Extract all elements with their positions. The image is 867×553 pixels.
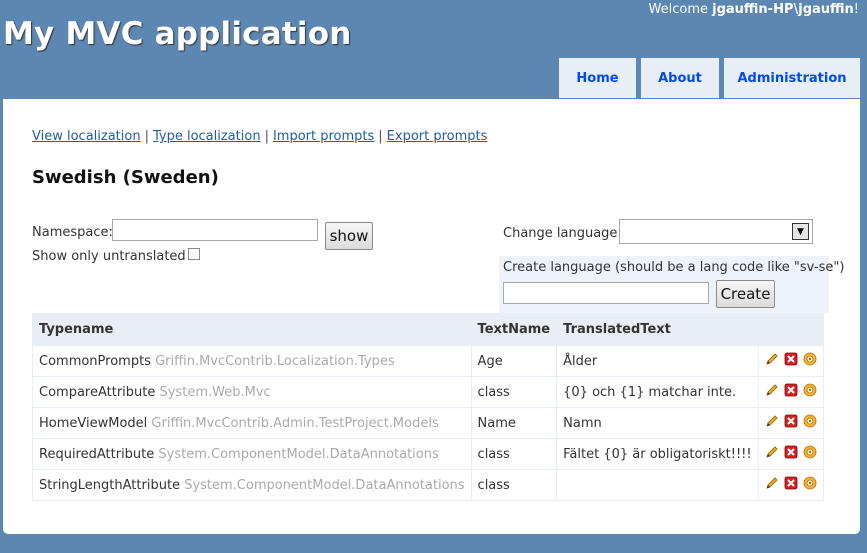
cell-actions [757, 407, 824, 439]
tab-home[interactable]: Home [559, 58, 636, 98]
cell-typename: HomeViewModel Griffin.MvcContrib.Admin.T… [32, 407, 472, 439]
type-name: StringLengthAttribute [39, 477, 181, 493]
view-localization-link[interactable]: View localization [32, 129, 141, 144]
tab-about[interactable]: About [641, 58, 719, 98]
edit-icon[interactable] [765, 476, 779, 490]
delete-icon[interactable] [784, 476, 798, 490]
main-content: View localization | Type localization | Impo… [3, 99, 860, 534]
cell-translatedtext: {0} och {1} matchar inte. [556, 376, 759, 408]
type-name: CompareAttribute [39, 384, 156, 400]
type-name: RequiredAttribute [39, 446, 155, 462]
untranslated-checkbox[interactable] [188, 248, 200, 260]
settings-icon[interactable] [803, 414, 817, 428]
column-header-actions [757, 313, 824, 346]
app-title: My MVC application [3, 16, 352, 52]
column-header-textname: TextName [470, 313, 558, 346]
cell-textname: Age [470, 345, 558, 377]
column-header-translatedtext: TranslatedText [556, 313, 759, 346]
main-menu: Home About Administration [0, 58, 867, 100]
tab-administration[interactable]: Administration [724, 58, 860, 98]
cell-typename: CompareAttribute System.Web.Mvc [32, 376, 472, 408]
cell-actions [757, 469, 824, 501]
subnav-separator: | [144, 129, 149, 144]
untranslated-label: Show only untranslated [32, 249, 186, 264]
cell-actions [757, 438, 824, 470]
table-row: CompareAttribute System.Web.Mvc class {0} … [32, 376, 824, 408]
cell-translatedtext: Fältet {0} är obligatoriskt!!!! [556, 438, 759, 470]
import-prompts-link[interactable]: Import prompts [273, 129, 374, 144]
change-language-select[interactable]: ▼ [619, 219, 813, 244]
column-header-typename: Typename [32, 313, 472, 346]
cell-actions [757, 376, 824, 408]
cell-textname: class [470, 376, 558, 408]
change-language-label: Change language: [503, 226, 622, 241]
delete-icon[interactable] [784, 445, 798, 459]
namespace-input[interactable] [112, 219, 318, 241]
page-title: Swedish (Sweden) [32, 167, 219, 188]
settings-icon[interactable] [803, 445, 817, 459]
welcome-text: Welcome jgauffin-HP\jgauffin! [649, 2, 859, 17]
create-language-input[interactable] [503, 282, 709, 304]
settings-icon[interactable] [803, 383, 817, 397]
edit-icon[interactable] [765, 383, 779, 397]
delete-icon[interactable] [784, 414, 798, 428]
edit-icon[interactable] [765, 445, 779, 459]
table-row: CommonPrompts Griffin.MvcContrib.Localiz… [32, 345, 824, 377]
type-namespace: System.Web.Mvc [159, 384, 271, 400]
cell-textname: class [470, 469, 558, 501]
cell-textname: Name [470, 407, 558, 439]
settings-icon[interactable] [803, 476, 817, 490]
welcome-prefix: Welcome [648, 2, 713, 17]
type-localization-link[interactable]: Type localization [153, 129, 261, 144]
prompts-table: Typename TextName TranslatedText CommonP… [32, 313, 824, 501]
type-namespace: Griffin.MvcContrib.Admin.TestProject.Mod… [151, 415, 439, 431]
cell-actions [757, 345, 824, 377]
type-namespace: System.ComponentModel.DataAnnotations [184, 477, 465, 493]
cell-typename: RequiredAttribute System.ComponentModel.… [32, 438, 472, 470]
export-prompts-link[interactable]: Export prompts [387, 129, 488, 144]
show-button[interactable]: show [325, 222, 373, 250]
subnav-separator: | [264, 129, 269, 144]
subnav: View localization | Type localization | Impo… [32, 129, 487, 144]
cell-translatedtext [556, 469, 759, 501]
delete-icon[interactable] [784, 352, 798, 366]
settings-icon[interactable] [803, 352, 817, 366]
cell-translatedtext: Namn [556, 407, 759, 439]
delete-icon[interactable] [784, 383, 798, 397]
table-row: StringLengthAttribute System.ComponentMo… [32, 469, 824, 501]
chevron-down-icon[interactable]: ▼ [792, 223, 809, 240]
cell-typename: CommonPrompts Griffin.MvcContrib.Localiz… [32, 345, 472, 377]
edit-icon[interactable] [765, 352, 779, 366]
table-row: RequiredAttribute System.ComponentModel.… [32, 438, 824, 470]
cell-typename: StringLengthAttribute System.ComponentMo… [32, 469, 472, 501]
edit-icon[interactable] [765, 414, 779, 428]
type-name: CommonPrompts [39, 353, 151, 369]
type-name: HomeViewModel [39, 415, 148, 431]
table-header-row: Typename TextName TranslatedText [32, 313, 824, 346]
welcome-username: jgauffin-HP\jgauffin [712, 2, 854, 17]
create-button[interactable]: Create [716, 280, 775, 308]
type-namespace: System.ComponentModel.DataAnnotations [158, 446, 439, 462]
cell-translatedtext: Ålder [556, 345, 759, 377]
type-namespace: Griffin.MvcContrib.Localization.Types [155, 353, 395, 369]
table-row: HomeViewModel Griffin.MvcContrib.Admin.T… [32, 407, 824, 439]
namespace-label: Namespace: [32, 225, 113, 240]
welcome-suffix: ! [853, 2, 859, 17]
cell-textname: class [470, 438, 558, 470]
create-language-label: Create language (should be a lang code l… [503, 260, 845, 275]
subnav-separator: | [378, 129, 383, 144]
